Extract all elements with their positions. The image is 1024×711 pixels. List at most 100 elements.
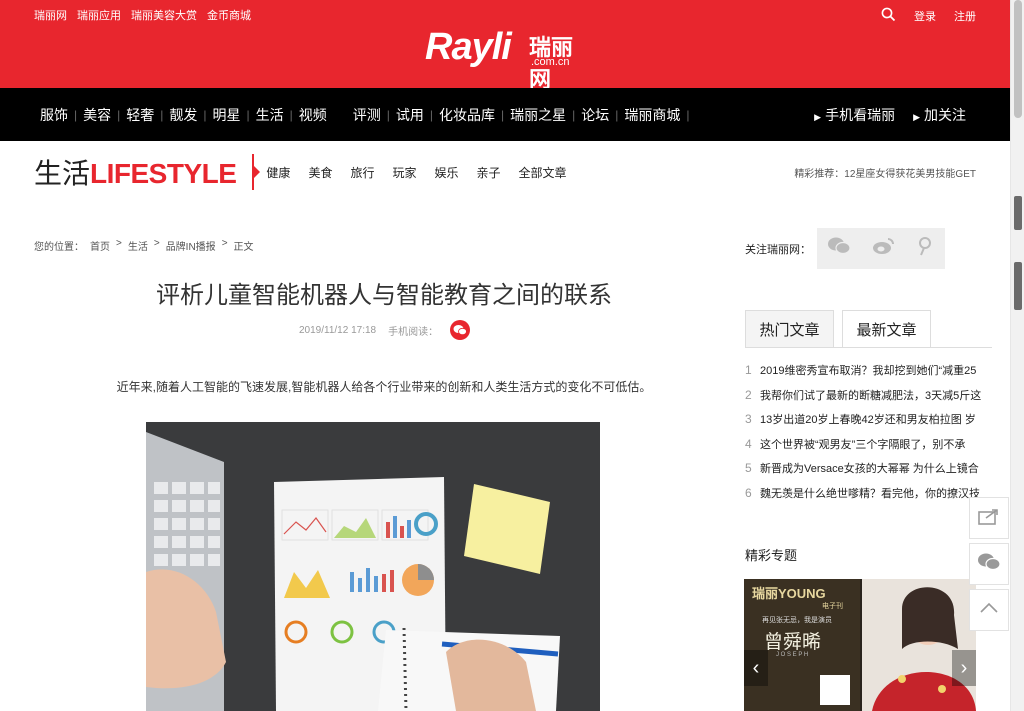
top-header: 瑞丽网 瑞丽应用 瑞丽美容大赏 金币商城 登录 注册 Rayli 瑞丽网 .co… <box>0 0 1010 92</box>
subnav-travel[interactable]: 旅行 <box>350 164 374 181</box>
list-item-title: 新晋成为Versace女孩的大幂幂 为什么上镜合 <box>760 463 979 476</box>
breadcrumb-sep: > <box>153 238 160 249</box>
special-topics-carousel[interactable]: 瑞丽YOUNG 电子刊 再见张无忌，我是演员 曾舜晞 J O S E P H <box>744 579 976 711</box>
subnav-all-articles[interactable]: 全部文章 <box>519 164 567 181</box>
subnav-food[interactable]: 美食 <box>308 164 332 181</box>
page-scrollbar[interactable] <box>1010 0 1024 711</box>
nav-item-hair[interactable]: 靓发 <box>163 105 203 125</box>
wechat-icon[interactable] <box>450 320 471 340</box>
qr-code-icon <box>820 675 850 705</box>
top-link-rayli[interactable]: 瑞丽网 <box>34 7 67 23</box>
breadcrumb-sep: > <box>116 238 122 249</box>
special-topics-heading: 精彩专题 <box>745 548 798 563</box>
weibo-icon[interactable] <box>871 236 895 261</box>
special-name-en: J O S E P H <box>776 652 809 658</box>
subnav-health[interactable]: 健康 <box>266 164 290 181</box>
list-item[interactable]: 5 新晋成为Versace女孩的大幂幂 为什么上镜合 <box>745 456 992 481</box>
chevron-up-icon <box>979 601 999 619</box>
article-lead: 近年来,随着人工智能的飞速发展,智能机器人给各个行业带来的创新和人类生活方式的变… <box>116 380 652 394</box>
rayli-logo[interactable]: Rayli 瑞丽网 .com.cn <box>425 26 590 92</box>
special-brand: 瑞丽YOUNG <box>752 586 826 601</box>
special-sub: 电子刊 <box>822 603 843 610</box>
nav-item-cosmetics-db[interactable]: 化妆品库 <box>433 105 501 125</box>
list-item-number: 4 <box>745 436 752 451</box>
special-slide-magazine[interactable]: 瑞丽YOUNG 电子刊 再见张无忌，我是演员 曾舜晞 J O S E P H <box>744 579 860 711</box>
nav-item-review[interactable]: 评测 <box>347 105 387 125</box>
special-slide-photo[interactable] <box>862 579 976 711</box>
breadcrumb-home[interactable]: 首页 <box>90 238 110 253</box>
subnav-parenting[interactable]: 亲子 <box>477 164 501 181</box>
section-subnav: 健康 美食 旅行 玩家 娱乐 亲子 全部文章 <box>266 164 566 181</box>
tab-hot-articles[interactable]: 热门文章 <box>745 310 834 348</box>
list-item-number: 5 <box>745 461 752 476</box>
nav-item-luxury[interactable]: 轻奢 <box>120 105 160 125</box>
nav-separator: | <box>686 107 690 122</box>
breadcrumb-sep: > <box>221 238 228 249</box>
share-button[interactable] <box>969 497 1009 539</box>
list-item-number: 2 <box>745 387 752 402</box>
special-line: 再见张无忌，我是演员 <box>762 617 832 624</box>
list-item-title: 2019维密秀宣布取消？我却挖到她们“减重25 <box>760 365 977 378</box>
section-title-en: LIFESTYLE <box>90 158 237 189</box>
subnav-player[interactable]: 玩家 <box>392 164 416 181</box>
top-link-apps[interactable]: 瑞丽应用 <box>77 7 121 23</box>
subnav-entertainment[interactable]: 娱乐 <box>434 164 458 181</box>
nav-item-mall[interactable]: 瑞丽商城 <box>618 105 686 125</box>
login-link[interactable]: 登录 <box>914 8 936 24</box>
follow-link[interactable]: ▶ 加关注 <box>913 105 966 125</box>
breadcrumb-label: 您的位置： <box>34 242 84 253</box>
list-item-title: 魏无羡是什么绝世嗲精？看完他，你的撩汉技 <box>760 487 980 500</box>
list-item-number: 3 <box>745 412 752 427</box>
nav-item-stars[interactable]: 明星 <box>207 105 247 125</box>
section-header: 生活LIFESTYLE 健康 美食 旅行 玩家 娱乐 亲子 全部文章 <box>34 152 567 192</box>
mobile-view-link[interactable]: ▶ 手机看瑞丽 <box>814 105 895 125</box>
list-item-number: 6 <box>745 485 752 500</box>
top-links: 瑞丽网 瑞丽应用 瑞丽美容大赏 金币商城 <box>34 7 251 23</box>
list-item[interactable]: 1 2019维密秀宣布取消？我却挖到她们“减重25 <box>745 358 992 383</box>
list-item[interactable]: 3 13岁出道20岁上春晚42岁还和男友柏拉图 岁 <box>745 407 992 432</box>
back-to-top-button[interactable] <box>969 589 1009 631</box>
list-item[interactable]: 2 我帮你们试了最新的断糖减肥法，3天减5斤这 <box>745 383 992 408</box>
mobile-read-label: 手机阅读： <box>388 326 439 338</box>
list-item[interactable]: 4 这个世界被“观男友”三个字隔眼了，别不承 <box>745 432 992 457</box>
nav-right: ▶ 手机看瑞丽 ▶ 加关注 <box>814 88 966 141</box>
wechat-share-button[interactable] <box>969 543 1009 585</box>
arrow-right-icon: ▶ <box>814 111 822 122</box>
list-item-title: 这个世界被“观男友”三个字隔眼了，别不承 <box>760 438 966 451</box>
breadcrumb-brand-news[interactable]: 品牌IN播报 <box>166 238 216 253</box>
search-icon[interactable] <box>881 7 896 25</box>
floating-tools <box>969 497 1009 635</box>
scrollbar-marker <box>1014 262 1022 310</box>
featured-recommend[interactable]: 精彩推荐：12星座女得获花美男技能GET <box>794 165 976 180</box>
list-item-number: 1 <box>745 363 752 378</box>
nav-item-video[interactable]: 视频 <box>293 105 333 125</box>
nav-item-beauty[interactable]: 美容 <box>77 105 117 125</box>
register-link[interactable]: 注册 <box>954 8 976 24</box>
share-icon <box>978 507 1000 530</box>
nav-item-life[interactable]: 生活 <box>250 105 290 125</box>
nav-item-fashion[interactable]: 服饰 <box>34 105 74 125</box>
section-divider <box>252 154 261 190</box>
arrow-right-icon: ▶ <box>913 111 920 122</box>
nav-item-trial[interactable]: 试用 <box>390 105 430 125</box>
chevron-left-icon[interactable]: ‹ <box>744 650 768 686</box>
breadcrumb-life[interactable]: 生活 <box>128 238 148 253</box>
top-link-beauty-awards[interactable]: 瑞丽美容大赏 <box>131 7 197 23</box>
breadcrumb-current: 正文 <box>233 242 254 253</box>
section-title[interactable]: 生活LIFESTYLE <box>34 152 237 192</box>
nav-item-forum[interactable]: 论坛 <box>575 105 615 125</box>
pin-icon[interactable] <box>915 236 935 261</box>
hot-articles-list: 1 2019维密秀宣布取消？我却挖到她们“减重25 2 我帮你们试了最新的断糖减肥法… <box>745 358 992 505</box>
breadcrumb: 您的位置： 首页 > 生活 > 品牌IN播报 > 正文 <box>34 238 254 253</box>
chevron-right-icon[interactable]: › <box>952 650 976 686</box>
tab-latest-articles[interactable]: 最新文章 <box>842 310 931 348</box>
scrollbar-marker <box>1014 196 1022 230</box>
scrollbar-thumb[interactable] <box>1014 0 1022 118</box>
list-item[interactable]: 6 魏无羡是什么绝世嗲精？看完他，你的撩汉技 <box>745 481 992 506</box>
article-tabs: 热门文章 最新文章 <box>745 310 931 348</box>
list-item-title: 我帮你们试了最新的断糖减肥法，3天减5斤这 <box>760 389 982 402</box>
wechat-icon[interactable] <box>827 236 851 261</box>
article-title: 评析儿童智能机器人与智能教育之间的联系 <box>156 282 612 309</box>
nav-item-rayli-star[interactable]: 瑞丽之星 <box>504 105 572 125</box>
top-link-coin-mall[interactable]: 金币商城 <box>207 7 251 23</box>
